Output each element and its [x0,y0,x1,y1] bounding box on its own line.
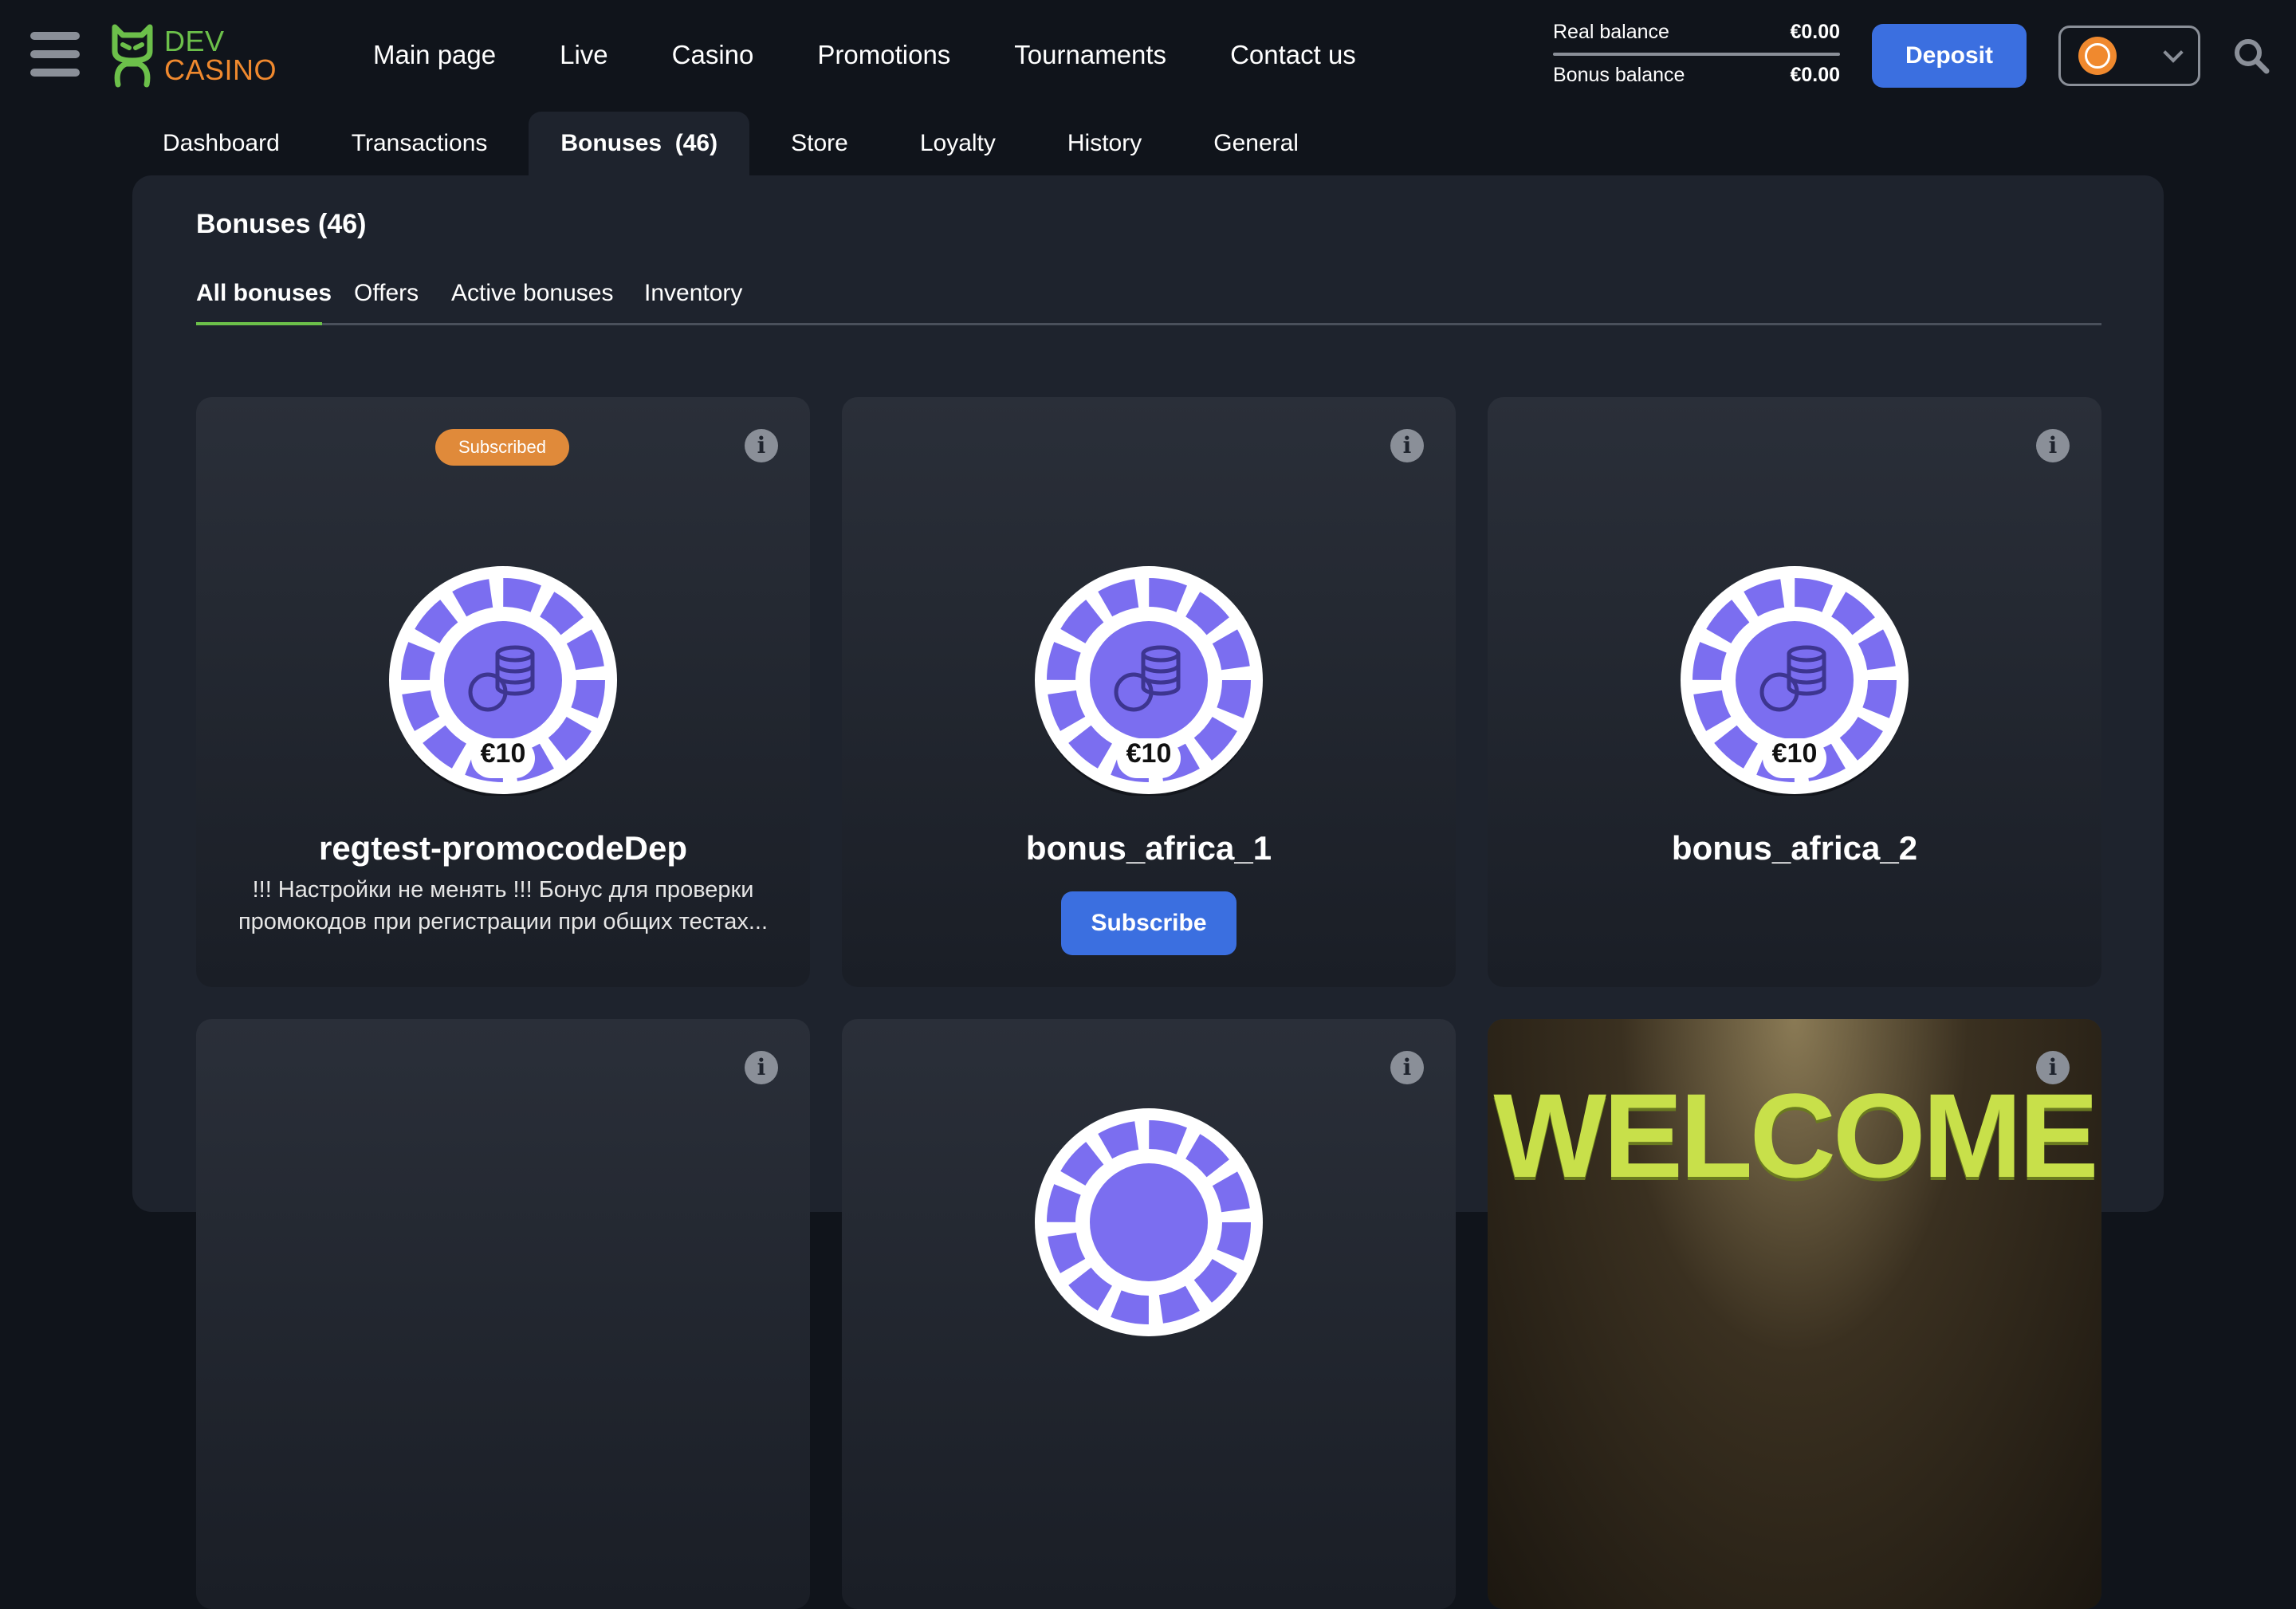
bonuses-panel: Bonuses (46) All bonuses Offers Active b… [132,175,2164,1609]
bonus-title: bonus_africa_1 [1025,829,1272,867]
tab-general[interactable]: General [1183,112,1329,175]
info-icon[interactable]: i [2036,429,2070,462]
welcome-bonus-card[interactable]: WELCOME i [1488,1019,2101,1609]
real-balance-value: €0.00 [1790,21,1840,43]
info-icon[interactable]: i [2036,1051,2070,1084]
subtab-offers[interactable]: Offers [354,277,419,309]
bonus-title: regtest-promocodeDep [318,829,688,867]
subtab-all-bonuses[interactable]: All bonuses [196,277,332,309]
nav-promotions[interactable]: Promotions [817,35,950,75]
subtab-active-bonuses[interactable]: Active bonuses [451,277,613,309]
avatar [2078,37,2117,75]
nav-main-page[interactable]: Main page [373,35,496,75]
search-icon[interactable] [2232,37,2270,75]
bonus-amount: €10 [1771,738,1818,769]
balances: Real balance €0.00 Bonus balance €0.00 [1553,18,1840,89]
info-icon[interactable]: i [1390,1051,1424,1084]
bonus-card[interactable]: i [842,1019,1456,1609]
tab-dashboard[interactable]: Dashboard [132,112,310,175]
nav-casino[interactable]: Casino [672,35,754,75]
account-tabs: Dashboard Transactions Bonuses (46) Stor… [132,112,1340,175]
info-icon[interactable]: i [745,1051,778,1084]
dev-casino-logo[interactable]: DEV CASINO [110,24,277,88]
page-title: Bonuses (46) [196,209,367,239]
bonus-title: bonus_africa_2 [1671,829,1918,867]
nav-contact-us[interactable]: Contact us [1230,35,1356,75]
logo-mascot-icon [112,24,153,88]
real-balance-label: Real balance [1553,21,1669,43]
active-subtab-indicator [196,322,322,325]
info-icon[interactable]: i [1390,429,1424,462]
bonus-card[interactable]: i €10 bonus_africa_1 Subscribe [842,397,1456,987]
bonus-amount: €10 [480,738,526,769]
bonus-card[interactable]: i €10 bonus_africa_2 [1488,397,2101,987]
subtab-inventory[interactable]: Inventory [644,277,742,309]
bonus-chip-icon [1035,1108,1263,1336]
bonus-card[interactable]: i [196,1019,810,1609]
bonus-balance-value: €0.00 [1790,64,1840,86]
bonus-amount: €10 [1126,738,1172,769]
welcome-banner-text: WELCOME [1493,1068,2098,1202]
tab-store[interactable]: Store [761,112,879,175]
bonus-card[interactable]: Subscribed i €10 regtest-promocodeDep !!… [196,397,810,987]
tab-history[interactable]: History [1037,112,1172,175]
balance-divider [1553,53,1840,56]
info-icon[interactable]: i [745,429,778,462]
bonus-balance-label: Bonus balance [1553,64,1685,86]
subscribe-button[interactable]: Subscribe [1061,891,1236,955]
chevron-down-icon [2163,42,2184,63]
tab-bonuses[interactable]: Bonuses (46) [529,112,750,175]
main-nav: Main page Live Casino Promotions Tournam… [373,35,1420,75]
top-header: DEV CASINO Main page Live Casino Promoti… [0,0,2296,112]
logo-casino: CASINO [164,53,277,86]
profile-dropdown[interactable] [2058,26,2200,86]
tab-transactions[interactable]: Transactions [321,112,518,175]
tab-loyalty[interactable]: Loyalty [890,112,1026,175]
nav-live[interactable]: Live [560,35,608,75]
nav-tournaments[interactable]: Tournaments [1014,35,1166,75]
menu-icon[interactable] [30,32,80,77]
bonus-description: !!! Настройки не менять !!! Бонус для пр… [238,877,769,934]
bonus-subtabs: All bonuses Offers Active bonuses Invent… [196,277,2101,325]
deposit-button[interactable]: Deposit [1872,24,2027,88]
logo-dev: DEV [164,25,225,57]
status-badge: Subscribed [435,429,569,466]
